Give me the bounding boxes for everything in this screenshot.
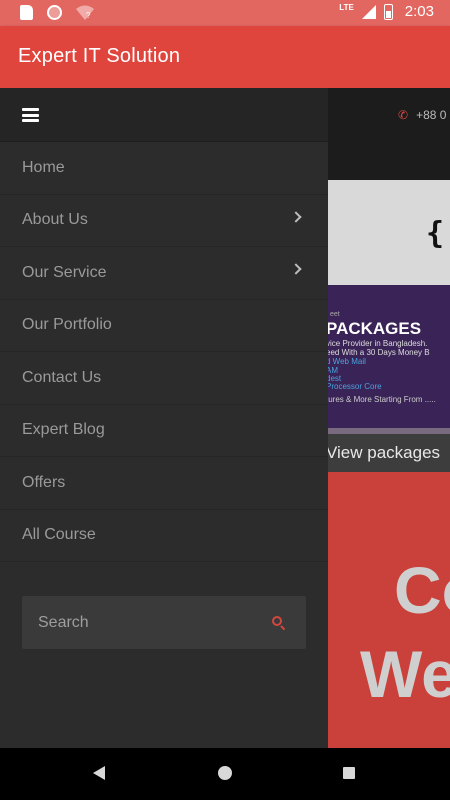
- promo-title: PACKAGES: [328, 319, 422, 338]
- menu-item-label: All Course: [22, 526, 96, 544]
- menu-item-our-portfolio[interactable]: Our Portfolio: [0, 300, 328, 352]
- app-bar: Expert IT Solution: [0, 26, 450, 88]
- menu-item-our-service[interactable]: Our Service: [0, 247, 328, 300]
- promo-line: Processor Core: [328, 382, 382, 391]
- promo-line: d Web Mail: [328, 357, 366, 366]
- sync-icon: [47, 5, 62, 20]
- menu-item-label: Expert Blog: [22, 421, 105, 439]
- svg-text:?: ?: [86, 11, 91, 20]
- network-type: LTE: [339, 3, 354, 12]
- search-input[interactable]: [22, 596, 262, 649]
- drawer-menu: Home About Us Our Service Our Portfolio …: [0, 142, 328, 562]
- promo-small: eet: [330, 311, 340, 318]
- menu-item-contact-us[interactable]: Contact Us: [0, 352, 328, 405]
- menu-item-label: Home: [22, 158, 65, 176]
- sd-card-icon: [20, 5, 33, 20]
- status-bar: ? LTE 2:03: [0, 0, 450, 26]
- hero-text: We: [360, 637, 450, 711]
- menu-item-label: Offers: [22, 473, 66, 491]
- navigation-drawer: Home About Us Our Service Our Portfolio …: [0, 88, 328, 748]
- web-hero: Co We: [328, 472, 450, 748]
- web-logo-area: {: [328, 180, 450, 285]
- search-box: [22, 596, 306, 649]
- search-icon[interactable]: [272, 616, 286, 631]
- menu-item-label: Contact Us: [22, 368, 102, 386]
- phone-icon: ✆: [398, 108, 409, 122]
- recent-apps-icon[interactable]: [343, 767, 355, 779]
- view-packages-label: View packages: [328, 443, 441, 462]
- web-top-bar: ✆ +88 0: [328, 88, 450, 180]
- web-logo: {: [426, 216, 445, 251]
- chevron-right-icon[interactable]: [290, 263, 302, 275]
- menu-item-label: Our Service: [22, 263, 107, 281]
- drawer-header: [0, 88, 328, 142]
- promo-line: eed With a 30 Days Money B: [328, 348, 430, 357]
- menu-item-label: Our Portfolio: [22, 316, 112, 334]
- menu-item-offers[interactable]: Offers: [0, 457, 328, 510]
- hamburger-icon[interactable]: [22, 108, 39, 122]
- hero-text: Co: [394, 553, 450, 627]
- web-promo-banner[interactable]: eet PACKAGES vice Provider in Bangladesh…: [328, 285, 450, 428]
- menu-item-expert-blog[interactable]: Expert Blog: [0, 405, 328, 457]
- home-icon[interactable]: [218, 766, 232, 780]
- promo-line: tures & More Starting From .....: [328, 395, 436, 404]
- web-content: ✆ +88 0 { eet PACKAGES vice Provider in …: [328, 88, 450, 748]
- promo-line: vice Provider in Bangladesh.: [328, 339, 428, 348]
- menu-item-home[interactable]: Home: [0, 142, 328, 195]
- back-icon[interactable]: [93, 766, 105, 780]
- web-phone[interactable]: ✆ +88 0: [398, 108, 446, 122]
- wifi-icon: ?: [76, 5, 94, 20]
- battery-icon: [383, 3, 393, 20]
- menu-item-label: About Us: [22, 211, 88, 229]
- web-phone-number: +88 0: [416, 108, 447, 122]
- app-title: Expert IT Solution: [18, 45, 181, 67]
- signal-icon: [361, 4, 376, 19]
- chevron-right-icon[interactable]: [290, 210, 302, 223]
- menu-item-about-us[interactable]: About Us: [0, 195, 328, 247]
- clock: 2:03: [404, 3, 434, 20]
- system-nav-bar: [0, 748, 450, 800]
- view-packages-button[interactable]: View packages: [328, 434, 450, 472]
- menu-item-all-course[interactable]: All Course: [0, 510, 328, 562]
